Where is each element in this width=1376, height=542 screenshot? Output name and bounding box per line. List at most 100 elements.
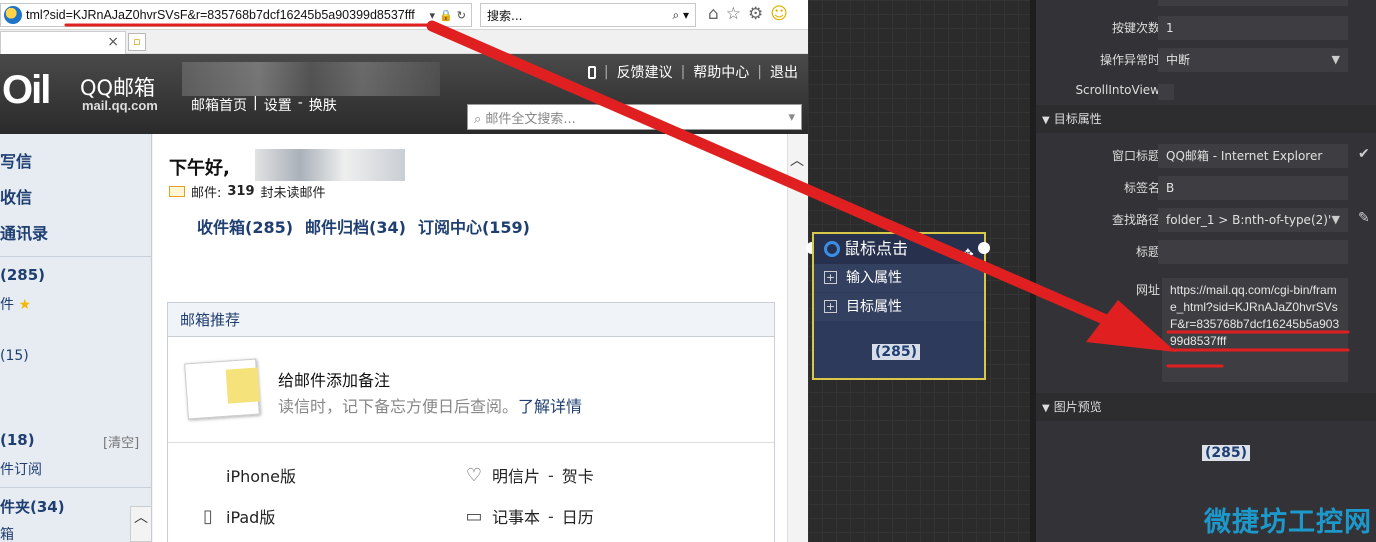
tablet-icon: ▯ <box>203 505 213 527</box>
mail-search-placeholder: 邮件全文搜索... <box>485 111 576 127</box>
search-icon[interactable]: ⌕ ▾ <box>672 8 689 23</box>
prop-row-tag: 标签名 B <box>1036 174 1376 202</box>
phone-icon[interactable] <box>587 65 596 79</box>
mail-sidebar: 写信 收信 通讯录 (285) 件 ★ (15) (18) [清空] 件订阅 件… <box>0 134 152 542</box>
node-target-props[interactable]: + 目标属性 <box>814 293 984 321</box>
check-icon[interactable]: ✔ <box>1358 146 1370 162</box>
qq-domain: mail.qq.com <box>82 98 158 113</box>
sidebar-item-subscribe[interactable]: 件订阅 <box>0 459 42 479</box>
divider <box>0 487 151 488</box>
clear-link[interactable]: [清空] <box>103 432 139 451</box>
prop-field-top[interactable] <box>1158 0 1348 6</box>
nav-skin[interactable]: 换肤 <box>309 95 337 115</box>
url-label: 网址 <box>1135 283 1160 297</box>
learn-more-link[interactable]: 了解详情 <box>518 397 582 416</box>
key-count-field[interactable]: 1 <box>1158 16 1348 40</box>
chevron-down-icon[interactable]: ▾ <box>788 110 795 125</box>
sidebar-inbox-count[interactable]: (285) <box>0 266 45 284</box>
sidebar-item-archive[interactable]: 件夹(34) <box>0 496 65 517</box>
app-postcard[interactable]: ♡ 明信片 - 贺卡 <box>464 463 594 487</box>
title-label: 标题 <box>1135 245 1160 259</box>
folder-inbox[interactable]: 收件箱(285) <box>197 214 293 238</box>
sidebar-item-write[interactable]: 写信 <box>0 148 32 172</box>
pencil-icon[interactable]: ✎ <box>1358 210 1370 226</box>
expand-icon[interactable]: + <box>824 300 837 313</box>
node-image-preview: (285) <box>872 344 921 360</box>
url-field[interactable]: https://mail.qq.com/cgi-bin/frame_html?s… <box>1162 278 1348 382</box>
recommendation-box: 邮箱推荐 给邮件添加备注 读信时，记下备忘方便日后查阅。了解详情 iPhone版… <box>167 302 775 542</box>
mouse-click-node[interactable]: 鼠标点击 ✥ + 输入属性 + 目标属性 (285) <box>812 232 986 380</box>
top-links: | 反馈建议 | 帮助中心 | 退出 <box>587 62 798 82</box>
sidebar-scroll-up[interactable]: ︿ <box>130 506 151 542</box>
browser-tab[interactable]: × <box>0 31 126 54</box>
envelope-icon <box>169 186 185 197</box>
prop-row-scroll: ScrollIntoView <box>1036 78 1376 106</box>
prop-row-key-count: 按键次数 1 <box>1036 14 1376 42</box>
sidebar-item-starred[interactable]: 件 ★ <box>0 294 31 314</box>
lock-icon[interactable]: 🔒 <box>439 9 453 22</box>
nav-home[interactable]: 邮箱首页 <box>191 95 247 115</box>
favorites-star-icon[interactable]: ☆ <box>726 4 741 24</box>
folder-archive[interactable]: 邮件归档(34) <box>305 214 406 238</box>
recommendation-header: 邮箱推荐 <box>168 303 774 337</box>
app-ipad[interactable]: ▯ iPad版 <box>198 504 275 528</box>
sidebar-count-18[interactable]: (18) <box>0 431 35 449</box>
sidebar-item-box[interactable]: 箱 <box>0 524 14 542</box>
divider <box>0 256 151 257</box>
collapse-icon[interactable]: ▼ <box>1042 403 1050 414</box>
mail-search-input[interactable]: ⌕ 邮件全文搜索... ▾ <box>467 104 802 130</box>
node-output-port[interactable] <box>978 242 990 254</box>
home-icon[interactable]: ⌂ <box>708 4 719 24</box>
gear-icon[interactable]: ⚙ <box>748 4 763 24</box>
properties-panel: 按键次数 1 操作异常时 中断 ▼ ScrollIntoView ▼ 目标属性 窗口… <box>1030 0 1376 542</box>
ie-icon <box>4 6 22 24</box>
chevron-down-icon[interactable]: ▼ <box>1332 48 1340 72</box>
preview-section-header[interactable]: ▼ 图片预览 <box>1036 393 1376 421</box>
new-tab-button[interactable]: ▫ <box>128 33 146 51</box>
refresh-icon[interactable]: ↻ <box>457 9 466 22</box>
folder-subscription[interactable]: 订阅中心(159) <box>418 214 530 238</box>
feedback-link[interactable]: 反馈建议 <box>617 62 673 82</box>
prop-row-on-error: 操作异常时 中断 ▼ <box>1036 46 1376 74</box>
help-link[interactable]: 帮助中心 <box>693 62 749 82</box>
watermark: 微捷坊工控网 <box>1204 507 1372 538</box>
flow-canvas[interactable]: 鼠标点击 ✥ + 输入属性 + 目标属性 (285) <box>806 0 1030 542</box>
main-scrollbar[interactable]: ︿ <box>787 134 808 542</box>
tag-field[interactable]: B <box>1158 176 1348 200</box>
qq-logo[interactable]: Oil <box>2 68 51 113</box>
scroll-checkbox[interactable] <box>1158 84 1174 100</box>
sidebar-item-contacts[interactable]: 通讯录 <box>0 220 48 244</box>
tab-close-icon[interactable]: × <box>107 34 119 50</box>
sidebar-count-15[interactable]: (15) <box>0 348 29 364</box>
rec-title[interactable]: 给邮件添加备注 <box>278 367 390 391</box>
dropdown-icon[interactable]: ▾ <box>430 9 436 22</box>
calendar-icon: ▭ <box>465 505 483 527</box>
on-error-select[interactable]: 中断 ▼ <box>1158 48 1348 72</box>
collapse-icon[interactable]: ▼ <box>1042 115 1050 126</box>
scroll-up-icon[interactable]: ︿ <box>790 150 804 170</box>
rec-desc: 读信时，记下备忘方便日后查阅。了解详情 <box>278 397 583 416</box>
sidebar-item-receive[interactable]: 收信 <box>0 184 32 208</box>
logout-link[interactable]: 退出 <box>770 62 798 82</box>
nav-settings[interactable]: 设置 <box>264 95 292 115</box>
heart-icon: ♡ <box>465 464 483 486</box>
app-iphone[interactable]: iPhone版 <box>198 463 296 487</box>
target-section-header[interactable]: ▼ 目标属性 <box>1036 105 1376 133</box>
address-url[interactable]: tml?sid=KJRnAJaZ0hvrSVsF&r=835768b7dcf16… <box>26 8 430 22</box>
smiley-icon[interactable]: ☺ <box>770 4 788 24</box>
browser-search-input[interactable]: 搜索... ⌕ ▾ <box>480 3 696 27</box>
greeting: 下午好, <box>169 158 230 179</box>
title-field[interactable] <box>1158 240 1348 264</box>
node-input-props[interactable]: + 输入属性 <box>814 264 984 292</box>
prop-row-window-title: 窗口标题 QQ邮箱 - Internet Explorer ✔ <box>1036 142 1376 170</box>
address-tools: ▾ 🔒 ↻ <box>430 9 466 22</box>
path-select[interactable]: folder_1 > B:nth-of-type(2)' ▼ <box>1158 208 1348 232</box>
chevron-down-icon[interactable]: ▼ <box>1332 208 1340 232</box>
unread-count[interactable]: 319 <box>227 184 254 199</box>
node-title[interactable]: 鼠标点击 ✥ <box>814 234 984 264</box>
expand-icon[interactable]: + <box>824 271 837 284</box>
browser-search-text: 搜索... <box>487 8 523 23</box>
address-bar[interactable]: tml?sid=KJRnAJaZ0hvrSVsF&r=835768b7dcf16… <box>0 3 472 27</box>
app-notepad[interactable]: ▭ 记事本 - 日历 <box>464 504 593 528</box>
window-title-field[interactable]: QQ邮箱 - Internet Explorer <box>1158 144 1348 168</box>
